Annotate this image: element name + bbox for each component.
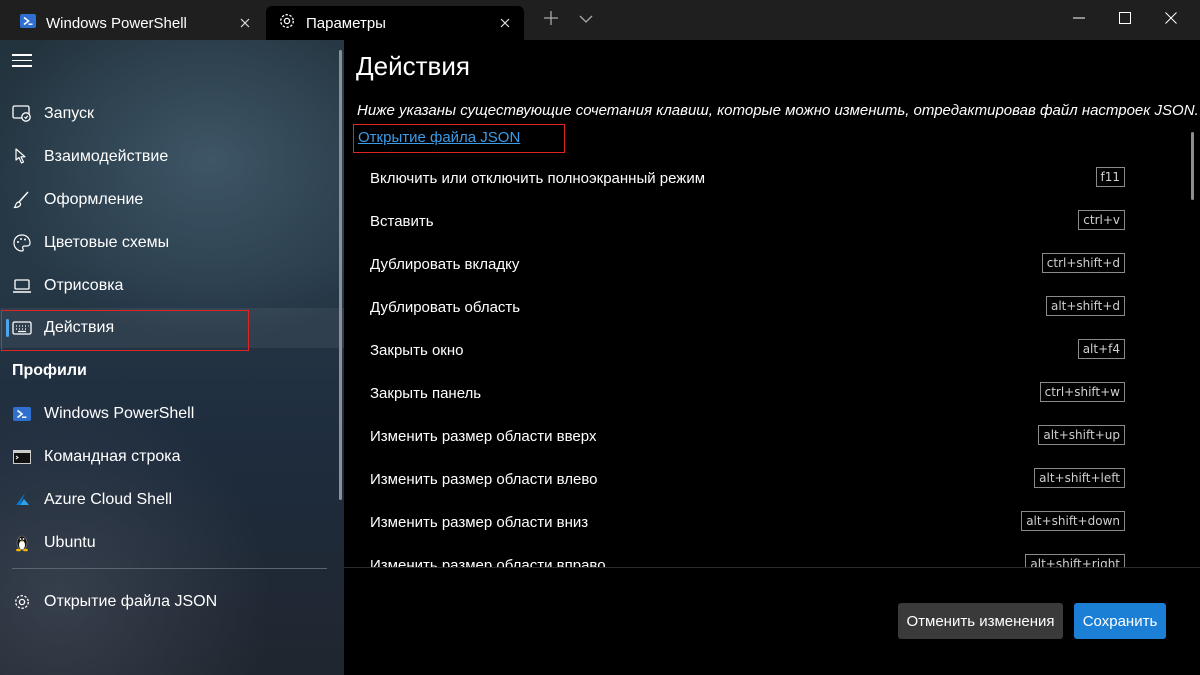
- sidebar-item-actions[interactable]: Действия: [0, 308, 344, 348]
- linux-icon: [12, 533, 32, 553]
- list-item[interactable]: Включить или отключить полноэкранный реж…: [344, 156, 1184, 199]
- title-bar: Windows PowerShell Параметры: [0, 0, 1200, 40]
- action-name: Закрыть панель: [370, 385, 482, 402]
- sidebar-item-startup[interactable]: Запуск: [0, 94, 344, 134]
- actions-scrollbar[interactable]: [1191, 132, 1194, 200]
- sidebar-item-rendering[interactable]: Отрисовка: [0, 266, 344, 306]
- profiles-header: Профили: [12, 362, 87, 379]
- palette-icon: [12, 233, 32, 253]
- divider: [344, 567, 1200, 568]
- key-binding: alt+shift+right: [1025, 554, 1125, 567]
- key-binding: ctrl+shift+w: [1039, 382, 1125, 402]
- action-name: Дублировать область: [370, 299, 521, 316]
- list-item[interactable]: Дублировать вкладку ctrl+shift+d: [344, 242, 1184, 285]
- tab-dropdown-button[interactable]: [572, 0, 600, 40]
- close-icon[interactable]: [236, 14, 254, 32]
- action-name: Дублировать вкладку: [370, 256, 520, 273]
- save-button[interactable]: Сохранить: [1074, 603, 1166, 639]
- list-item[interactable]: Вставить ctrl+v: [344, 199, 1184, 242]
- keyboard-icon: [12, 318, 32, 338]
- selection-indicator: [6, 319, 9, 337]
- sidebar-item-windows-powershell[interactable]: Windows PowerShell: [0, 394, 344, 434]
- laptop-icon: [12, 276, 32, 296]
- sidebar-item-label: Открытие файла JSON: [44, 593, 218, 610]
- action-name: Включить или отключить полноэкранный реж…: [370, 170, 706, 187]
- list-item[interactable]: Закрыть окно alt+f4: [344, 328, 1184, 371]
- key-binding: alt+shift+up: [1038, 425, 1125, 445]
- sidebar-item-label: Отрисовка: [44, 277, 124, 294]
- new-tab-button[interactable]: [536, 0, 566, 40]
- list-item[interactable]: Изменить размер области вправо alt+shift…: [344, 543, 1184, 567]
- plus-icon: [543, 10, 559, 31]
- action-name: Изменить размер области вниз: [370, 514, 589, 531]
- list-item[interactable]: Закрыть панель ctrl+shift+w: [344, 371, 1184, 414]
- brush-icon: [12, 190, 32, 210]
- list-item[interactable]: Изменить размер области влево alt+shift+…: [344, 457, 1184, 500]
- list-item[interactable]: Изменить размер области вверх alt+shift+…: [344, 414, 1184, 457]
- tab-settings[interactable]: Параметры: [266, 6, 524, 40]
- gear-icon: [12, 592, 32, 612]
- maximize-icon: [1119, 11, 1131, 29]
- cmd-icon: [12, 447, 32, 467]
- action-name: Изменить размер области вправо: [370, 557, 606, 567]
- startup-icon: [12, 104, 32, 124]
- sidebar-item-ubuntu[interactable]: Ubuntu: [0, 523, 344, 563]
- action-name: Вставить: [370, 213, 434, 230]
- action-name: Изменить размер области влево: [370, 471, 598, 488]
- key-binding: alt+shift+left: [1034, 468, 1125, 488]
- close-icon: [1165, 11, 1177, 29]
- key-binding: alt+f4: [1077, 339, 1125, 359]
- sidebar-item-label: Командная строка: [44, 448, 181, 465]
- key-binding: alt+shift+d: [1045, 296, 1125, 316]
- key-binding: ctrl+shift+d: [1041, 253, 1125, 273]
- action-name: Закрыть окно: [370, 342, 464, 359]
- sidebar: Запуск Взаимодействие Оформление Цветовы…: [0, 40, 344, 675]
- divider: [12, 568, 327, 569]
- sidebar-item-open-json[interactable]: Открытие файла JSON: [0, 582, 344, 622]
- close-window-button[interactable]: [1148, 0, 1194, 40]
- sidebar-item-label: Цветовые схемы: [44, 234, 170, 251]
- sidebar-item-interaction[interactable]: Взаимодействие: [0, 137, 344, 177]
- sidebar-item-color-schemes[interactable]: Цветовые схемы: [0, 223, 344, 263]
- minimize-button[interactable]: [1056, 0, 1102, 40]
- sidebar-item-label: Ubuntu: [44, 534, 96, 551]
- sidebar-item-label: Взаимодействие: [44, 148, 169, 165]
- gear-icon: [278, 12, 296, 34]
- powershell-icon: [20, 13, 36, 33]
- sidebar-item-label: Azure Cloud Shell: [44, 491, 173, 508]
- key-binding: f11: [1095, 167, 1125, 187]
- sidebar-item-command-prompt[interactable]: Командная строка: [0, 437, 344, 477]
- page-description: Ниже указаны существующие сочетания клав…: [357, 102, 1199, 119]
- open-json-link[interactable]: Открытие файла JSON: [358, 129, 520, 146]
- sidebar-item-label: Оформление: [44, 191, 144, 208]
- tab-label: Windows PowerShell: [46, 14, 187, 32]
- hamburger-menu-icon[interactable]: [12, 54, 32, 68]
- tab-label: Параметры: [306, 14, 386, 32]
- sidebar-item-label: Windows PowerShell: [44, 405, 195, 422]
- interaction-icon: [12, 147, 32, 167]
- powershell-icon: [12, 404, 32, 424]
- tab-windows-powershell[interactable]: Windows PowerShell: [6, 6, 264, 40]
- key-binding: alt+shift+down: [1021, 511, 1125, 531]
- action-name: Изменить размер области вверх: [370, 428, 597, 445]
- list-item[interactable]: Изменить размер области вниз alt+shift+d…: [344, 500, 1184, 543]
- page-title: Действия: [356, 51, 470, 81]
- sidebar-scrollbar[interactable]: [339, 50, 342, 500]
- list-item[interactable]: Дублировать область alt+shift+d: [344, 285, 1184, 328]
- azure-icon: [12, 490, 32, 510]
- minimize-icon: [1073, 11, 1085, 29]
- maximize-button[interactable]: [1102, 0, 1148, 40]
- close-icon[interactable]: [496, 14, 514, 32]
- sidebar-item-label: Запуск: [44, 105, 95, 122]
- main-content: Действия Ниже указаны существующие сочет…: [344, 40, 1200, 675]
- sidebar-item-azure-cloud-shell[interactable]: Azure Cloud Shell: [0, 480, 344, 520]
- key-binding: ctrl+v: [1078, 210, 1125, 230]
- sidebar-item-label: Действия: [44, 319, 115, 336]
- discard-changes-button[interactable]: Отменить изменения: [898, 603, 1063, 639]
- sidebar-item-appearance[interactable]: Оформление: [0, 180, 344, 220]
- chevron-down-icon: [579, 11, 593, 29]
- actions-list: Включить или отключить полноэкранный реж…: [344, 156, 1184, 567]
